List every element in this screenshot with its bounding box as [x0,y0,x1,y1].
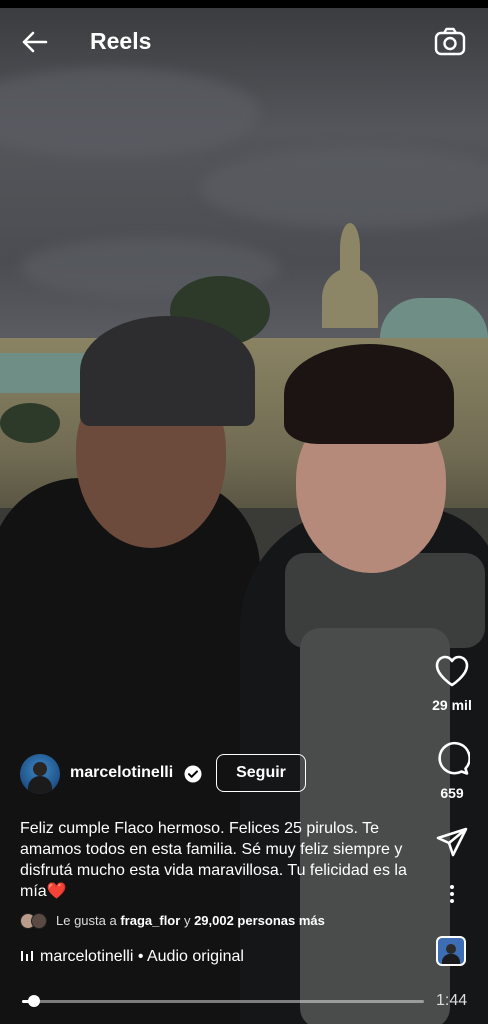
palm-tree [0,403,60,443]
reels-screen: Reels 29 mil 659 marcelotinelli Seguir F… [0,0,488,1024]
heart-icon[interactable] [434,654,470,688]
progress-knob[interactable] [28,995,41,1007]
progress-bar[interactable] [22,995,424,1007]
person-right-hair [284,344,454,444]
liker-username[interactable]: fraga_flor [120,913,180,928]
camera-icon[interactable] [434,26,466,58]
roof [380,298,488,338]
cloud [0,68,260,158]
liker-avatar [31,913,47,929]
like-action[interactable]: 29 mil [430,654,474,713]
comment-action[interactable]: 659 [430,740,474,801]
likes-prefix: Le gusta a [56,913,117,928]
likes-others[interactable]: 29,002 personas más [194,913,325,928]
likes-conjunction: y [183,913,191,928]
page-title: Reels [90,28,152,54]
verified-badge-icon [184,765,202,783]
comment-icon[interactable] [434,740,471,776]
dome [322,268,378,328]
like-count: 29 mil [432,697,472,713]
tower [340,223,360,273]
avatar[interactable] [20,754,60,794]
liked-by-text: Le gusta a fraga_flor y 29,002 personas … [56,913,325,928]
person-left-body [0,478,260,1024]
more-vertical-icon[interactable] [442,882,462,908]
audio-bars-icon [21,951,33,961]
send-icon[interactable] [435,826,469,860]
header: Reels [0,20,488,64]
follow-button[interactable]: Seguir [216,754,306,792]
caption[interactable]: Feliz cumple Flaco hermoso. Felices 25 p… [20,818,430,902]
person-left-cap [80,316,255,426]
status-bar [0,0,488,8]
duration: 1:44 [436,992,468,1009]
audio-thumbnail[interactable] [436,936,466,966]
username[interactable]: marcelotinelli [70,764,173,782]
cloud [200,148,488,228]
audio-label: marcelotinelli • Audio original [40,948,244,965]
comment-count: 659 [440,785,464,801]
arrow-left-icon[interactable] [18,26,50,58]
audio-row[interactable]: marcelotinelli • Audio original [20,948,244,966]
share-action[interactable] [430,826,474,865]
